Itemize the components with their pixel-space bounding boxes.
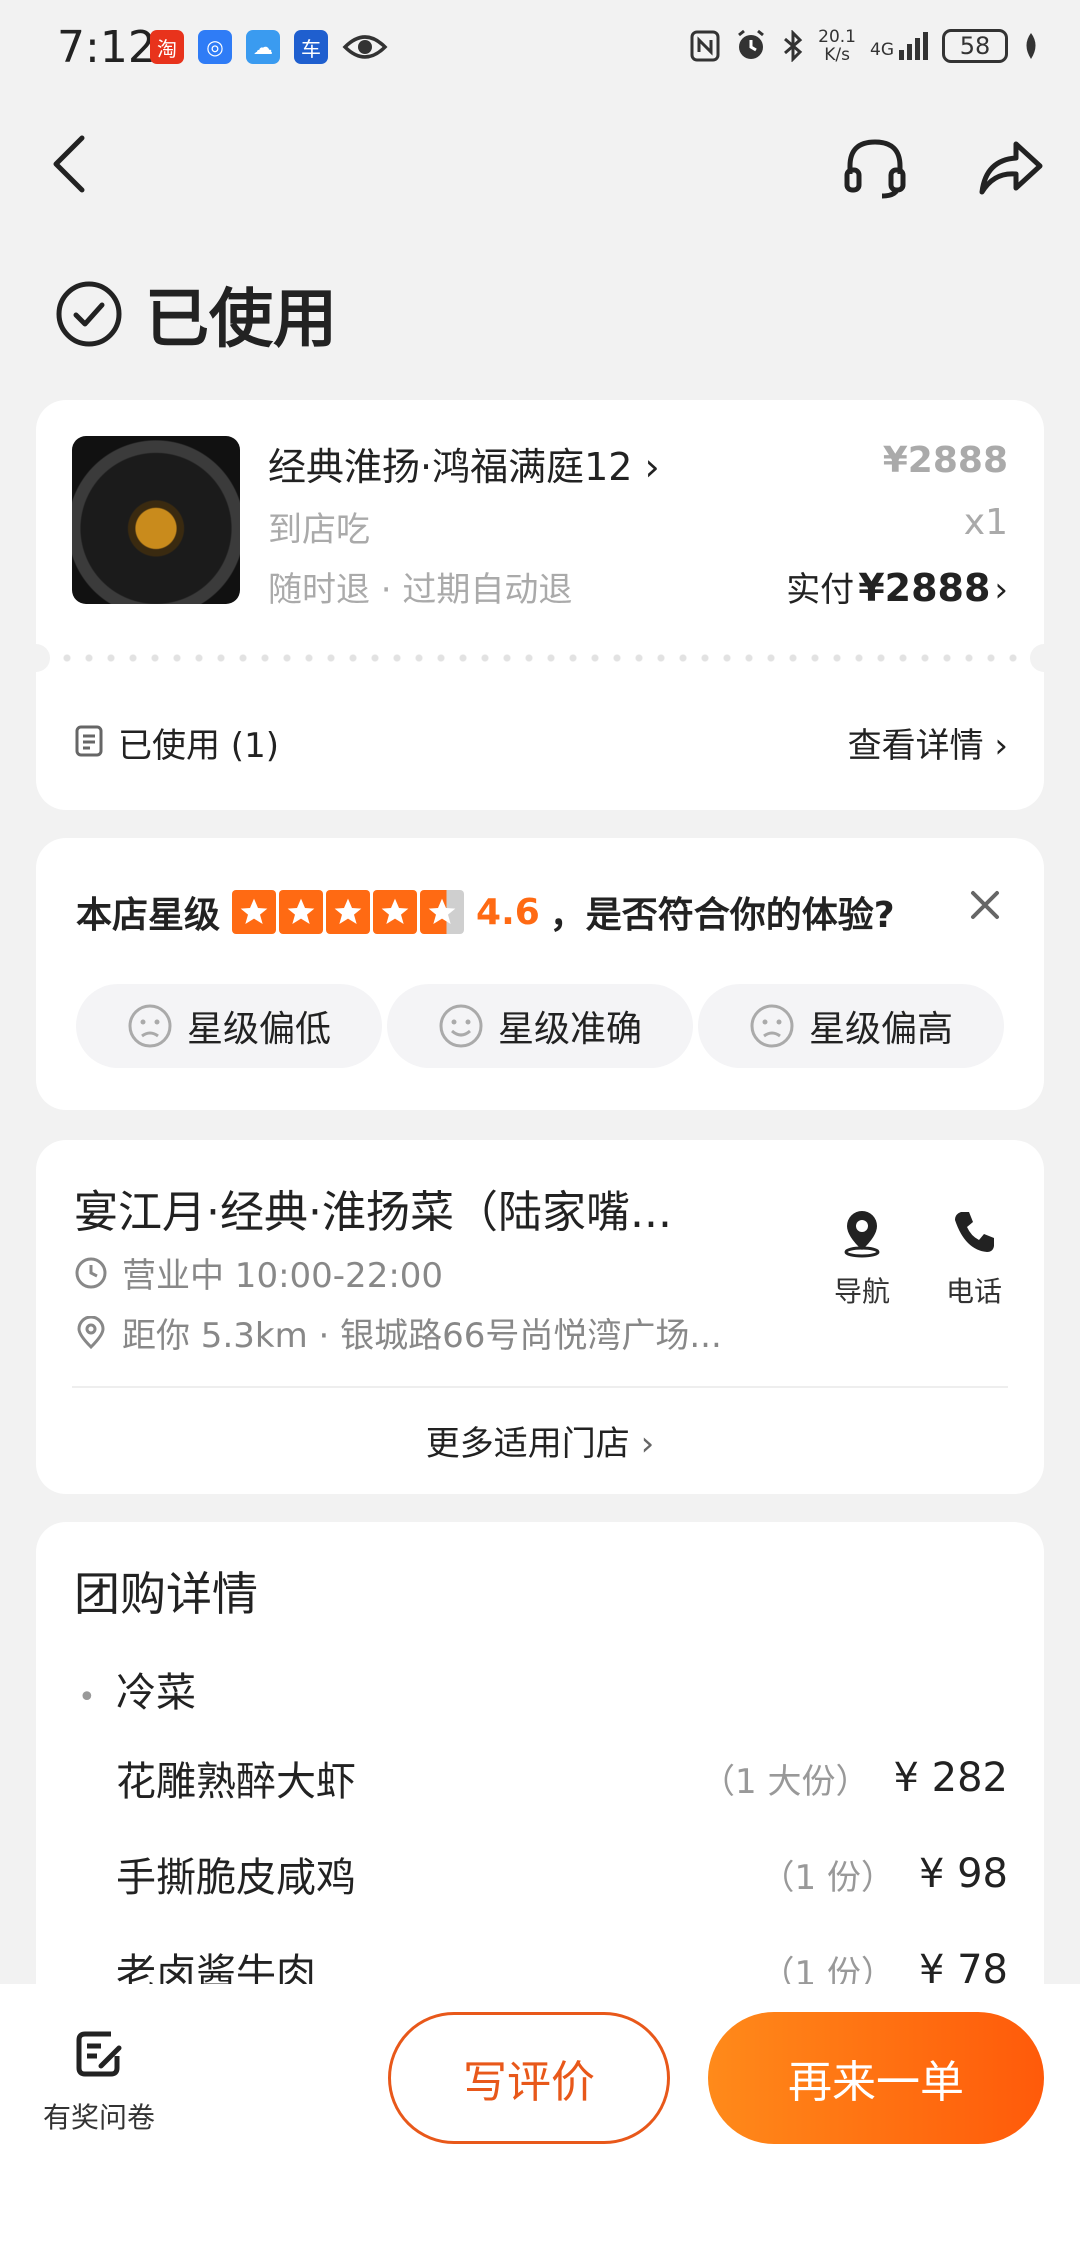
navigation-icon [844, 1211, 880, 1258]
page-title: 已使用 [145, 283, 337, 357]
nfc-icon [690, 30, 720, 62]
close-icon[interactable] [968, 888, 1002, 922]
call-button[interactable]: 电话 [924, 1206, 1024, 1310]
star-rating [232, 890, 465, 934]
item-qty: （1 份） [760, 1857, 895, 1898]
item-price: ¥ 98 [918, 1851, 1008, 1897]
survey-button[interactable]: 有奖问卷 [34, 2026, 164, 2136]
bottom-action-bar: 有奖问卷 写评价 再来一单 [0, 1984, 1080, 2244]
product-thumbnail[interactable] [72, 436, 240, 604]
item-name: 花雕熟醉大虾 [116, 1759, 356, 1805]
product-name[interactable]: 经典淮扬·鸿福满庭12 › [268, 436, 660, 491]
signal-bar [923, 32, 928, 60]
business-hours: 营业中 10:00-22:00 [74, 1248, 443, 1297]
taobao-icon: 淘 [150, 30, 184, 64]
ticket-notch [1030, 644, 1058, 672]
network-type: 4G [870, 40, 894, 60]
rating-score: 4.6 [476, 891, 540, 933]
store-card: 宴江月·经典·淮扬菜（陆家嘴... 营业中 10:00-22:00 距你 5.3… [36, 1140, 1044, 1494]
refund-policy: 随时退 · 过期自动退 [268, 570, 573, 610]
item-qty: （1 大份） [701, 1761, 870, 1802]
signal-bar [915, 38, 920, 60]
chevron-right-icon: › [994, 570, 1008, 610]
status-time: 7:12 [57, 22, 156, 73]
unit-price: ¥2888 [882, 440, 1008, 481]
alarm-icon [738, 29, 765, 59]
ticket-notch [22, 644, 50, 672]
battery-indicator: 58 [942, 29, 1008, 63]
quantity: x1 [963, 502, 1008, 543]
write-review-button[interactable]: 写评价 [388, 2012, 670, 2144]
dine-type: 到店吃 [268, 510, 370, 550]
net-speed: 20.1 K/s [818, 27, 856, 65]
status-app-icons: 淘 ◎ ☁ 车 [150, 30, 388, 64]
divider [72, 1386, 1008, 1388]
bullet: • [78, 1680, 96, 1715]
item-price: ¥ 282 [893, 1755, 1008, 1801]
share-icon[interactable] [976, 134, 1046, 200]
order-card: 经典淮扬·鸿福满庭12 › 到店吃 随时退 · 过期自动退 ¥2888 x1 实… [22, 400, 1058, 810]
half-star-icon [420, 890, 465, 934]
frown-face-icon [128, 1004, 172, 1048]
back-arrow-icon[interactable] [48, 132, 92, 196]
section-title: 团购详情 [74, 1567, 258, 1621]
customer-service-icon[interactable] [842, 134, 908, 200]
navigation-button[interactable]: 导航 [812, 1206, 912, 1310]
status-right: 20.1 K/s 4G 58 [690, 28, 1040, 64]
list-item: 手撕脆皮咸鸡 （1 份） ¥ 98 [116, 1844, 1008, 1904]
signal-indicator: 4G [870, 32, 928, 60]
paid-amount-row[interactable]: 实付 ¥2888 › [786, 562, 1008, 611]
smile-face-icon [439, 1004, 483, 1048]
star-icon [279, 890, 324, 934]
eye-icon [342, 35, 388, 59]
paid-label: 实付 [786, 570, 855, 610]
voucher-icon [75, 725, 103, 757]
star-icon [373, 890, 418, 934]
star-icon [326, 890, 371, 934]
check-circle-icon [56, 281, 122, 347]
rating-prefix: 本店星级 [76, 895, 221, 936]
signal-bar [899, 50, 904, 60]
item-name: 手撕脆皮咸鸡 [116, 1855, 356, 1901]
reorder-button[interactable]: 再来一单 [708, 2012, 1044, 2144]
used-count: 已使用 (1) [118, 726, 279, 766]
app-icon-news: 车 [294, 30, 328, 64]
phone-icon [955, 1212, 994, 1252]
rating-feedback-card: 本店星级 4.6 ，是否符合你的体验? 星级偏低 星级准确 星级偏高 [36, 838, 1044, 1110]
frown-face-icon [750, 1004, 794, 1048]
paid-amount: ¥2888 [858, 566, 991, 610]
rating-question: ，是否符合你的体验? [549, 895, 895, 936]
store-address: 距你 5.3km · 银城路66号尚悦湾广场... [74, 1308, 722, 1357]
weather-icon: ☁ [246, 30, 280, 64]
bluetooth-icon [784, 30, 803, 62]
rating-accurate-button[interactable]: 星级准确 [387, 984, 693, 1068]
view-details-link[interactable]: 查看详情 › [848, 718, 1008, 767]
leaf-icon [1026, 33, 1036, 59]
star-icon [232, 890, 277, 934]
location-pin-icon [77, 1315, 105, 1349]
survey-edit-icon [76, 2031, 122, 2077]
more-stores-link[interactable]: 更多适用门店 › [36, 1416, 1044, 1465]
store-name[interactable]: 宴江月·经典·淮扬菜（陆家嘴... [74, 1176, 774, 1240]
category-title: 冷菜 [116, 1670, 196, 1716]
clock-icon [75, 1257, 107, 1288]
rating-line: 本店星级 4.6 ，是否符合你的体验? [76, 886, 895, 938]
order-status-header: 已使用 [55, 268, 337, 360]
status-bar: 7:12 淘 ◎ ☁ 车 20.1 K/s 4G 58 [0, 0, 1080, 100]
rating-too-low-button[interactable]: 星级偏低 [76, 984, 382, 1068]
list-item: 花雕熟醉大虾 （1 大份） ¥ 282 [116, 1748, 1008, 1808]
signal-bar [907, 44, 912, 60]
dotted-divider [56, 654, 1024, 662]
rating-too-high-button[interactable]: 星级偏高 [698, 984, 1004, 1068]
app-icon-blue: ◎ [198, 30, 232, 64]
